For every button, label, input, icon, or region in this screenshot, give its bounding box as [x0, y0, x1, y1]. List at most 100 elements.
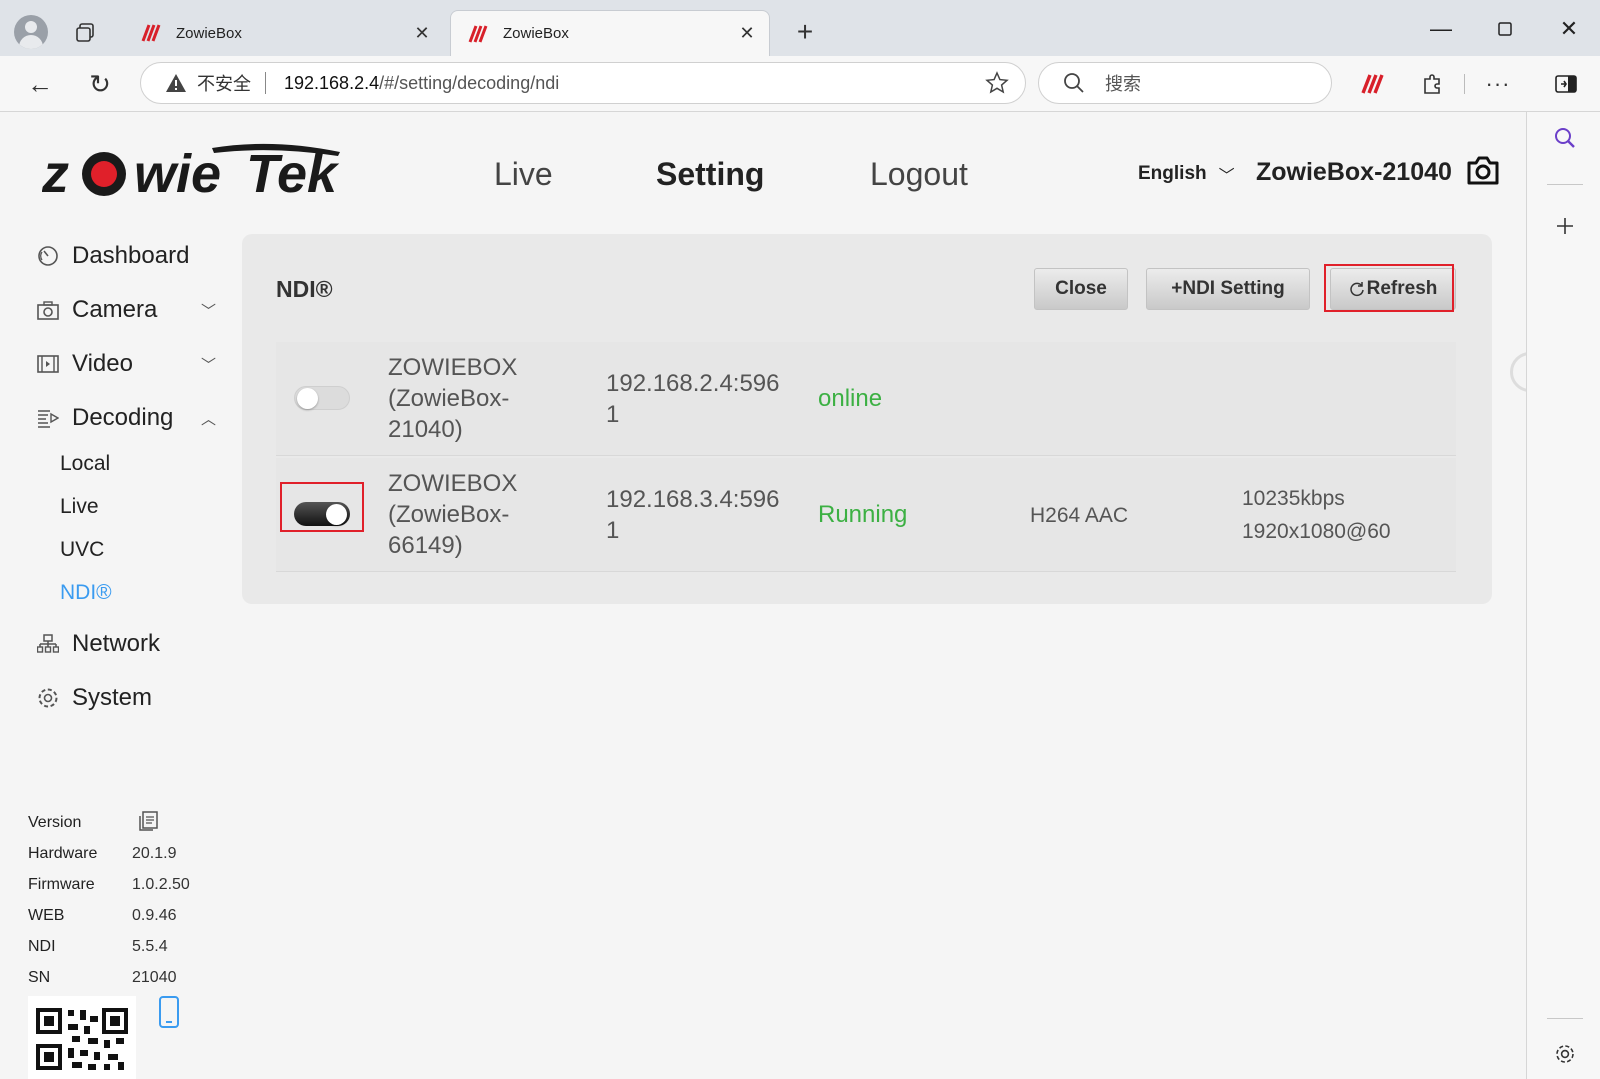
version-title: Version — [28, 814, 82, 831]
version-key: NDI — [28, 938, 56, 955]
more-menu-icon[interactable]: ··· — [1482, 68, 1514, 100]
favorite-star-icon[interactable] — [985, 71, 1009, 95]
ndi-source-toggle[interactable] — [294, 386, 350, 410]
sidebar-subitem-live[interactable]: Live — [60, 495, 99, 519]
address-bar[interactable]: 不安全 192.168.2.4 /#/setting/decoding/ndi — [140, 62, 1026, 104]
nav-live[interactable]: Live — [494, 156, 553, 193]
browser-tab-2[interactable]: ZowieBox ✕ — [450, 10, 770, 56]
close-button[interactable]: Close — [1034, 268, 1128, 310]
sidebar-subitem-ndi[interactable]: NDI® — [60, 581, 112, 605]
url-path: /#/setting/decoding/ndi — [379, 72, 560, 93]
source-address-line: 192.168.2.4:596 — [606, 370, 780, 397]
minimize-icon[interactable]: — — [1426, 14, 1456, 44]
panel-title: NDI® — [276, 276, 333, 302]
search-icon — [1064, 73, 1084, 93]
version-value: 20.1.9 — [132, 845, 177, 862]
version-row: NDI 5.5.4 — [28, 938, 228, 958]
version-key: Hardware — [28, 845, 98, 862]
source-name-line: ZOWIEBOX — [388, 470, 518, 497]
sidebar-subitem-local[interactable]: Local — [60, 452, 110, 476]
tab-title: ZowieBox — [503, 25, 569, 42]
address-separator — [265, 72, 266, 94]
version-row: Hardware 20.1.9 — [28, 845, 228, 865]
chevron-down-icon: ﹀ — [1218, 168, 1235, 185]
gear-icon — [36, 686, 60, 710]
version-value: 21040 — [132, 969, 177, 986]
sidebar-separator — [1547, 184, 1583, 185]
nav-setting[interactable]: Setting — [656, 156, 764, 193]
maximize-icon[interactable] — [1490, 14, 1520, 44]
source-name: ZOWIEBOX (ZowieBox- 21040) — [388, 352, 568, 445]
browser-tab-bar: ZowieBox ✕ ZowieBox ✕ + — ✕ — [0, 0, 1600, 56]
reload-icon[interactable]: ↻ — [84, 68, 116, 100]
copy-icon[interactable] — [138, 810, 160, 832]
version-value: 1.0.2.50 — [132, 876, 190, 893]
close-tab-icon[interactable]: ✕ — [412, 23, 432, 44]
sidebar-item-decoding[interactable]: Decoding ︿ — [36, 404, 216, 432]
svg-text:wie: wie — [134, 144, 221, 204]
source-address-line: 192.168.3.4:596 — [606, 486, 780, 513]
zowietek-logo: z wie Tek — [42, 143, 340, 204]
language-select[interactable]: English ﹀ — [1138, 162, 1235, 186]
search-bar[interactable]: 搜索 — [1038, 62, 1332, 104]
nav-logout[interactable]: Logout — [870, 156, 968, 193]
sidebar-separator — [1547, 1018, 1583, 1019]
profile-avatar-icon[interactable] — [14, 15, 48, 49]
tab-title: ZowieBox — [176, 24, 242, 42]
sidebar-subitem-uvc[interactable]: UVC — [60, 538, 104, 562]
source-name: ZOWIEBOX (ZowieBox- 66149) — [388, 468, 568, 561]
source-address: 192.168.3.4:596 1 — [606, 484, 796, 546]
ndi-source-toggle[interactable] — [294, 502, 350, 526]
sidebar-add-icon[interactable] — [1551, 212, 1579, 240]
toolbar-separator — [1464, 74, 1465, 94]
version-title-row: Version — [28, 811, 228, 834]
sidebar-item-network[interactable]: Network — [36, 630, 216, 658]
sidebar-item-camera[interactable]: Camera ﹀ — [36, 296, 216, 324]
sidebar-search-icon[interactable] — [1551, 124, 1579, 152]
network-icon — [36, 632, 60, 656]
sidebar-item-label: Decoding — [72, 404, 174, 431]
version-key: WEB — [28, 907, 65, 924]
workspaces-icon[interactable] — [74, 22, 96, 44]
browser-sidebar — [1526, 112, 1600, 1079]
sidebar-item-dashboard[interactable]: Dashboard — [36, 242, 216, 270]
version-row: WEB 0.9.46 — [28, 907, 228, 927]
mobile-phone-icon[interactable] — [158, 996, 180, 1028]
source-status: Running — [818, 501, 908, 528]
browser-toolbar: ← ↻ 不安全 192.168.2.4 /#/setting/decoding/… — [0, 56, 1600, 112]
source-address: 192.168.2.4:596 1 — [606, 368, 796, 430]
source-stream-info: 10235kbps 1920x1080@60 — [1242, 482, 1391, 548]
close-tab-icon[interactable]: ✕ — [737, 23, 757, 44]
version-key: Firmware — [28, 876, 95, 893]
screenshot-camera-icon[interactable] — [1466, 154, 1500, 186]
extensions-puzzle-icon[interactable] — [1416, 68, 1448, 100]
sidebar-item-label: System — [72, 684, 153, 711]
svg-text:z: z — [42, 144, 69, 204]
zowie-favicon-icon — [468, 24, 488, 43]
ndi-setting-button[interactable]: +NDI Setting — [1146, 268, 1310, 310]
close-window-icon[interactable]: ✕ — [1554, 14, 1584, 44]
floating-help-icon[interactable] — [1510, 352, 1526, 392]
source-status: online — [818, 385, 883, 412]
sidebar-item-label: Camera — [72, 296, 158, 323]
table-row: ZOWIEBOX (ZowieBox- 21040) 192.168.2.4:5… — [276, 342, 1456, 456]
sidebar-toggle-icon[interactable] — [1550, 68, 1582, 100]
sidebar-item-system[interactable]: System — [36, 684, 216, 712]
qr-code-icon — [28, 996, 136, 1079]
browser-tab-1[interactable]: ZowieBox ✕ — [124, 10, 444, 56]
chevron-down-icon: ﹀ — [200, 356, 216, 374]
source-name-line: 66149) — [388, 532, 463, 559]
source-bitrate: 10235kbps — [1242, 487, 1345, 510]
sidebar-item-video[interactable]: Video ﹀ — [36, 350, 216, 378]
source-codec: H264 AAC — [1030, 504, 1129, 527]
version-key: SN — [28, 969, 51, 986]
sidebar-settings-icon[interactable] — [1551, 1040, 1579, 1068]
sidebar-item-label: Network — [72, 630, 161, 657]
decoding-icon — [36, 406, 60, 430]
new-tab-icon[interactable]: + — [790, 16, 820, 48]
version-row: SN 21040 — [28, 969, 228, 989]
sidebar-item-label: Video — [72, 350, 133, 377]
back-icon[interactable]: ← — [24, 68, 56, 100]
web-page: z wie Tek Live Setting Logout English ﹀ … — [0, 112, 1526, 1079]
zowie-extension-icon[interactable] — [1356, 68, 1388, 100]
